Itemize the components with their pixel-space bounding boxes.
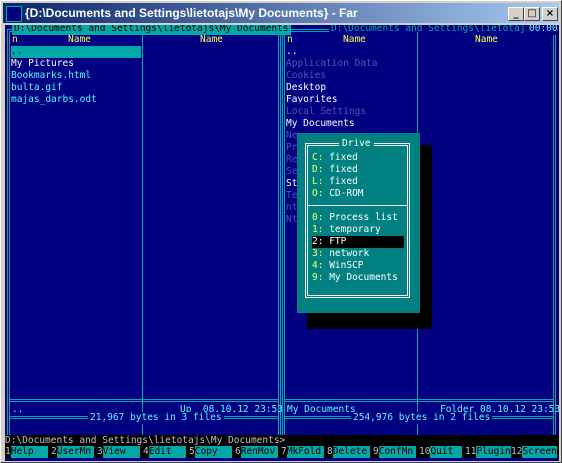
drive-hotkey: C:: [312, 152, 324, 163]
file-list-item[interactable]: My Documents: [286, 118, 416, 130]
column-header-n: n: [12, 34, 18, 45]
plugin-item[interactable]: 3: network: [312, 248, 404, 260]
fkey-delete-button[interactable]: 8 Delete: [327, 446, 373, 458]
far-app-icon: [6, 6, 22, 22]
fkey-mkfold-button[interactable]: 7 MkFold: [281, 446, 327, 458]
drive-menu-title: Drive: [339, 138, 374, 150]
status-file-name: ..: [12, 404, 24, 415]
drive-item[interactable]: L: fixed: [312, 176, 404, 188]
status-separator: [10, 399, 278, 402]
fkey-label: ConfMn: [378, 446, 416, 458]
plugin-label: WinSCP: [329, 260, 364, 271]
file-list-item[interactable]: ..: [11, 46, 141, 58]
drive-type-label: fixed: [329, 164, 358, 175]
fkey-label: Help: [10, 446, 48, 458]
plugin-item[interactable]: 1: temporary: [312, 224, 404, 236]
far-console: D:\Documents and Settings\lietotajs\My D…: [5, 25, 559, 461]
left-panel[interactable]: D:\Documents and Settings\lietotajs\My D…: [7, 25, 291, 447]
plugin-label: FTP: [329, 236, 347, 247]
fkey-quit-button[interactable]: 10 Quit: [419, 446, 465, 458]
column-header-name: Name: [475, 34, 498, 45]
column-header-name: Name: [200, 34, 223, 45]
close-button[interactable]: ×: [542, 7, 558, 21]
fkey-label: Screen: [522, 446, 557, 458]
fkey-label: Plugin: [476, 446, 511, 458]
fkey-renmov-button[interactable]: 6 RenMov: [235, 446, 281, 458]
fkey-label: View: [102, 446, 140, 458]
status-separator: [285, 399, 553, 402]
maximize-button[interactable]: □: [524, 7, 540, 21]
file-list-item[interactable]: Desktop: [286, 82, 416, 94]
drive-menu-dialog[interactable]: Drive C: fixed D: fixed L: fixed O: CD-ROM 0…: [297, 133, 420, 313]
drive-item[interactable]: O: CD-ROM: [312, 188, 404, 200]
fkey-label: RenMov: [240, 446, 278, 458]
plugin-hotkey: 9:: [312, 272, 324, 283]
plugin-item[interactable]: 9: My Documents: [312, 272, 404, 284]
plugin-label: My Documents: [329, 272, 398, 283]
fkey-label: UserMn: [56, 446, 94, 458]
drive-type-label: CD-ROM: [329, 188, 364, 199]
fkey-number: 10: [419, 446, 431, 458]
file-list-item[interactable]: Application Data: [286, 58, 416, 70]
fkey-copy-button[interactable]: 5 Copy: [189, 446, 235, 458]
column-header-name: Name: [343, 34, 366, 45]
fkey-edit-button[interactable]: 4 Edit: [143, 446, 189, 458]
drive-type-label: fixed: [329, 176, 358, 187]
fkey-help-button[interactable]: 1 Help: [5, 446, 51, 458]
fkey-label: Quit: [430, 446, 462, 458]
drive-item[interactable]: C: fixed: [312, 152, 404, 164]
status-file-name: My Documents: [287, 404, 356, 415]
column-header-n: n: [287, 34, 293, 45]
drive-item[interactable]: D: fixed: [312, 164, 404, 176]
file-list-item[interactable]: majas_darbs.odt: [11, 94, 141, 106]
window-title: {D:\Documents and Settings\lietotajs\My …: [25, 6, 358, 20]
panel-clock: 00:00: [527, 25, 559, 35]
fkey-plugin-button[interactable]: 11 Plugin: [465, 446, 511, 458]
plugin-hotkey: 0:: [312, 212, 324, 223]
fkey-view-button[interactable]: 3 View: [97, 446, 143, 458]
plugin-item[interactable]: 4: WinSCP: [312, 260, 404, 272]
drive-hotkey: O:: [312, 188, 324, 199]
plugin-item[interactable]: 0: Process list: [312, 212, 404, 224]
fkey-label: Copy: [194, 446, 232, 458]
plugin-label: temporary: [329, 224, 381, 235]
drive-menu-frame: Drive C: fixed D: fixed L: fixed O: CD-ROM 0…: [305, 138, 410, 298]
plugin-hotkey: 1:: [312, 224, 324, 235]
title-bar[interactable]: {D:\Documents and Settings\lietotajs\My …: [3, 3, 559, 23]
drive-hotkey: D:: [312, 164, 324, 175]
minimize-button[interactable]: _: [508, 7, 524, 21]
plugin-item[interactable]: 2: FTP: [312, 236, 404, 248]
file-list-item[interactable]: Local Settings: [286, 106, 416, 118]
file-list-item[interactable]: Favorites: [286, 94, 416, 106]
column-header-name: Name: [68, 34, 91, 45]
left-panel-path: D:\Documents and Settings\lietotajs\My D…: [12, 25, 291, 35]
function-key-bar: 1 Help 2 UserMn 3 View 4 Edit 5 Copy 6 RenMov 7 MkFol…: [5, 446, 559, 458]
plugin-label: Process list: [329, 212, 398, 223]
file-list-item[interactable]: bulta.gif: [11, 82, 141, 94]
plugin-hotkey: 4:: [312, 260, 324, 271]
file-list-item[interactable]: My Pictures: [11, 58, 141, 70]
far-window: {D:\Documents and Settings\lietotajs\My …: [0, 0, 562, 463]
fkey-label: MkFold: [286, 446, 324, 458]
fkey-number: 11: [465, 446, 477, 458]
left-panel-summary: 21,967 bytes in 3 files: [88, 412, 224, 424]
drive-menu-divider: [308, 205, 407, 206]
file-list-item[interactable]: ..: [286, 46, 416, 58]
plugin-label: network: [329, 248, 370, 259]
fkey-confmn-button[interactable]: 9 ConfMn: [373, 446, 419, 458]
plugin-hotkey: 2:: [312, 236, 324, 247]
plugin-hotkey: 3:: [312, 248, 324, 259]
file-list-item[interactable]: Bookmarks.html: [11, 70, 141, 82]
right-panel-summary: 254,976 bytes in 2 files: [351, 412, 493, 424]
fkey-usermn-button[interactable]: 2 UserMn: [51, 446, 97, 458]
column-divider: [142, 32, 143, 444]
drive-hotkey: L:: [312, 176, 324, 187]
file-list-item[interactable]: Cookies: [286, 70, 416, 82]
fkey-label: Delete: [332, 446, 370, 458]
fkey-number: 12: [511, 446, 523, 458]
drive-type-label: fixed: [329, 152, 358, 163]
fkey-screen-button[interactable]: 12 Screen: [511, 446, 557, 458]
fkey-label: Edit: [148, 446, 186, 458]
